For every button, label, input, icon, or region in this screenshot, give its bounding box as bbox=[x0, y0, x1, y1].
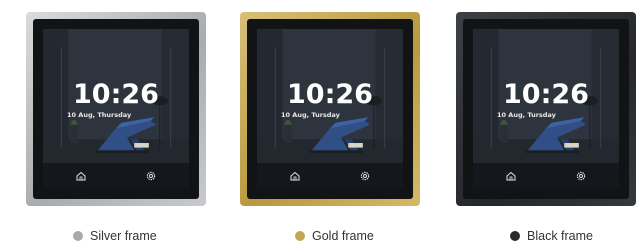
clock-date: 10 Aug, Thursday bbox=[67, 111, 132, 119]
black-frame-caption: Black frame bbox=[510, 229, 593, 243]
home-icon[interactable] bbox=[505, 170, 517, 182]
gear-icon[interactable] bbox=[359, 170, 371, 182]
panel-bezel: 10:26 10 Aug, Thursday bbox=[33, 19, 199, 199]
clock-time: 10:26 bbox=[287, 79, 373, 110]
home-icon[interactable] bbox=[289, 170, 301, 182]
panel-bottom-bar bbox=[473, 163, 619, 189]
home-icon[interactable] bbox=[75, 170, 87, 182]
gold-frame-panel: 10:26 10 Aug, Tursday bbox=[240, 12, 420, 206]
silver-frame-panel: 10:26 10 Aug, Thursday bbox=[26, 12, 206, 206]
black-color-dot bbox=[510, 231, 520, 241]
clock-time: 10:26 bbox=[503, 79, 589, 110]
caption-label: Gold frame bbox=[312, 229, 374, 243]
clock-date: 10 Aug, Tursday bbox=[497, 111, 556, 119]
silver-frame-caption: Silver frame bbox=[73, 229, 157, 243]
gold-frame-caption: Gold frame bbox=[295, 229, 374, 243]
panel-bottom-bar bbox=[43, 163, 189, 189]
panel-bezel: 10:26 10 Aug, Tursday bbox=[463, 19, 629, 199]
panel-screen: 10:26 10 Aug, Tursday bbox=[473, 29, 619, 189]
panel-bezel: 10:26 10 Aug, Tursday bbox=[247, 19, 413, 199]
gear-icon[interactable] bbox=[145, 170, 157, 182]
gold-color-dot bbox=[295, 231, 305, 241]
panel-bottom-bar bbox=[257, 163, 403, 189]
silver-color-dot bbox=[73, 231, 83, 241]
panel-screen: 10:26 10 Aug, Tursday bbox=[257, 29, 403, 189]
black-frame-panel: 10:26 10 Aug, Tursday bbox=[456, 12, 636, 206]
caption-label: Silver frame bbox=[90, 229, 157, 243]
clock-date: 10 Aug, Tursday bbox=[281, 111, 340, 119]
gear-icon[interactable] bbox=[575, 170, 587, 182]
caption-label: Black frame bbox=[527, 229, 593, 243]
clock-time: 10:26 bbox=[73, 79, 159, 110]
panel-screen: 10:26 10 Aug, Thursday bbox=[43, 29, 189, 189]
